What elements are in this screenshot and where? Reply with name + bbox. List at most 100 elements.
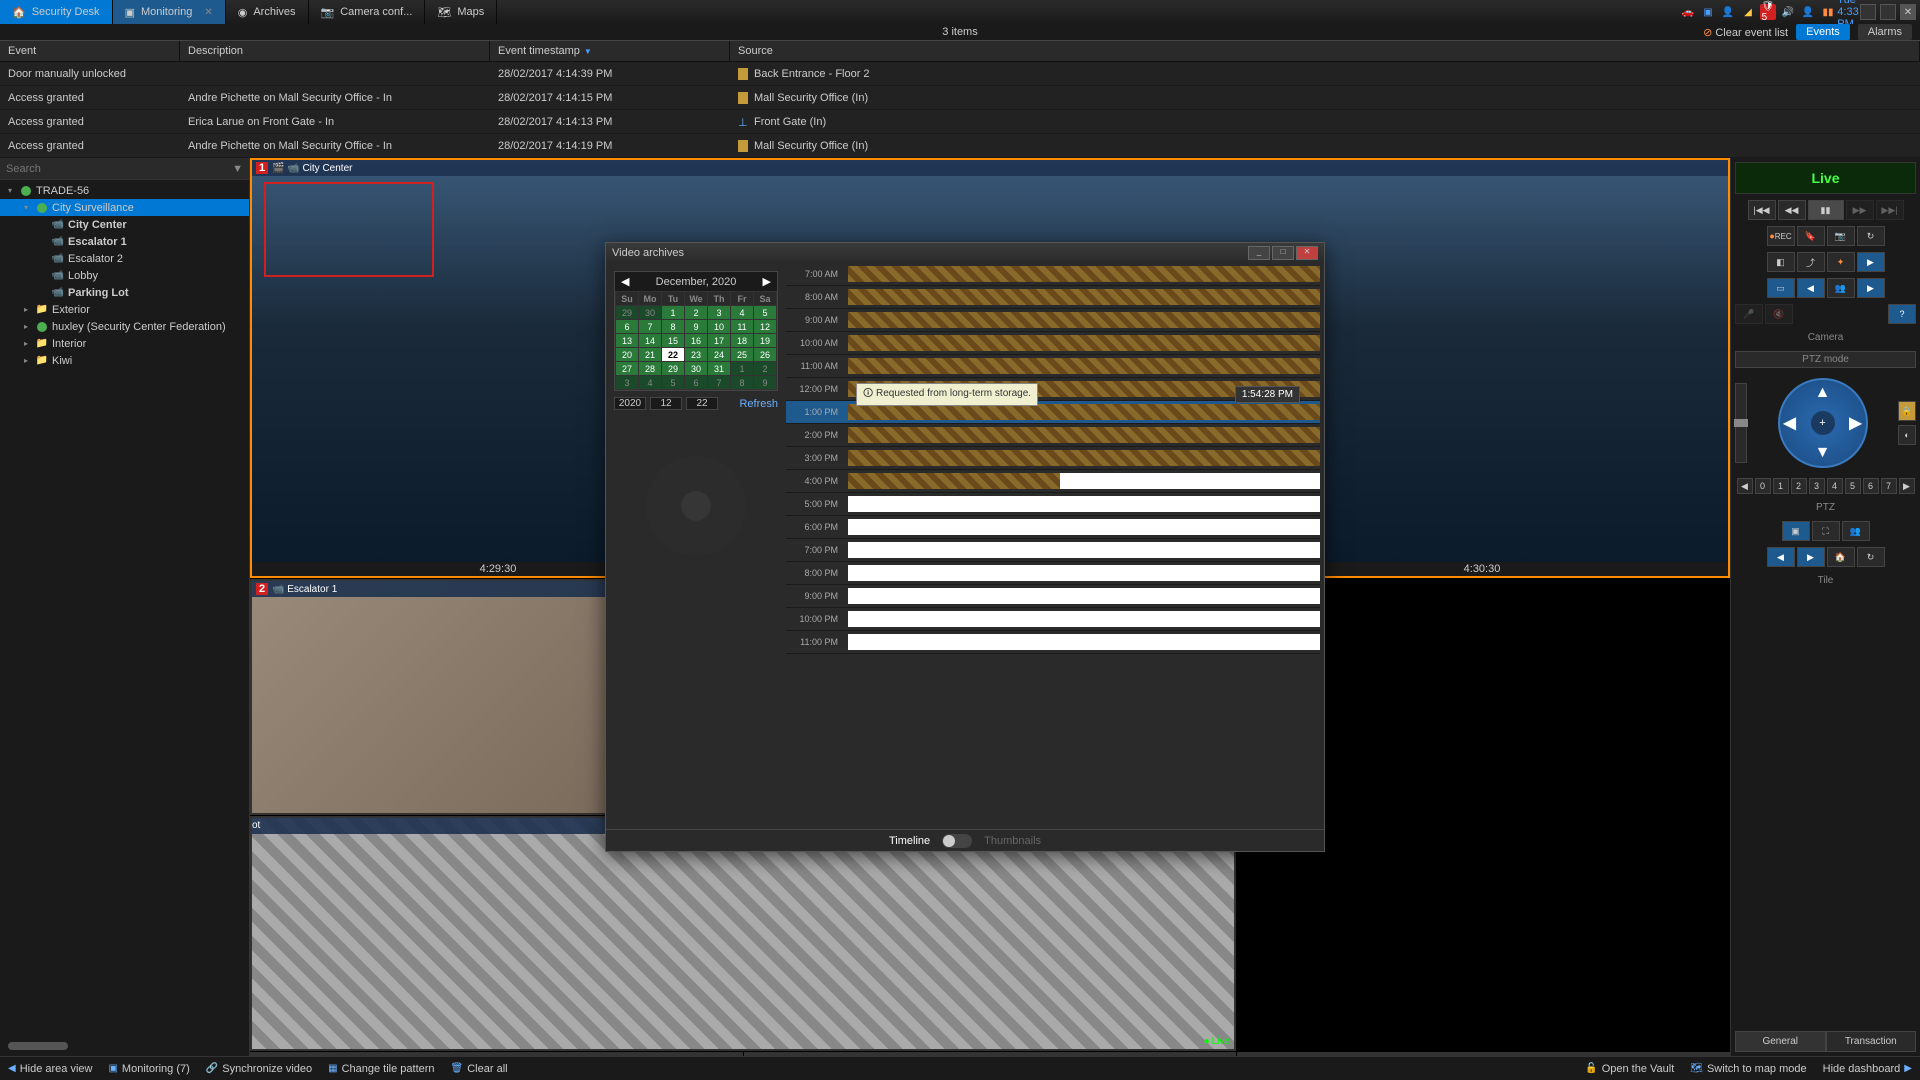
change-tile-pattern[interactable]: ▦ Change tile pattern (328, 1063, 434, 1075)
ptz-down[interactable]: ▼ (1815, 444, 1831, 462)
tray-icon[interactable]: 👤 (1720, 4, 1736, 20)
preset-3[interactable]: 3 (1809, 478, 1825, 494)
cal-day[interactable]: 13 (616, 334, 639, 348)
preset-5[interactable]: 5 (1845, 478, 1861, 494)
tree-item[interactable]: 📹Lobby (0, 267, 249, 284)
ptz-right[interactable]: ▶ (1849, 413, 1861, 433)
ptz-icon-button[interactable]: ✦ (1827, 252, 1855, 272)
tree-item[interactable]: 📹Escalator 2 (0, 250, 249, 267)
tab-monitoring[interactable]: ▣ Monitoring ✕ (113, 0, 226, 24)
month-input[interactable] (650, 397, 682, 410)
cal-day[interactable]: 1 (731, 362, 754, 376)
timeline-row[interactable]: 5:00 PM (786, 493, 1320, 516)
tray-icon[interactable]: 🛡5 (1760, 4, 1776, 20)
cal-day[interactable]: 17 (708, 334, 731, 348)
cal-day[interactable]: 28 (639, 362, 662, 376)
tree-item[interactable]: 📹Parking Lot (0, 284, 249, 301)
hide-dashboard[interactable]: Hide dashboard ▶ (1823, 1063, 1912, 1075)
cal-day[interactable]: 3 (616, 376, 639, 390)
cal-day[interactable]: 30 (685, 362, 708, 376)
timeline-mode[interactable]: Timeline (889, 835, 930, 847)
maximize-button[interactable] (1880, 4, 1896, 20)
ptz-center[interactable]: + (1811, 411, 1835, 435)
ptz-btn-2[interactable]: ⛶ (1812, 521, 1840, 541)
ptz-btn-1[interactable]: ▣ (1782, 521, 1810, 541)
cal-day[interactable]: 15 (662, 334, 685, 348)
snapshot-button[interactable]: 📷 (1827, 226, 1855, 246)
event-row[interactable]: Door manually unlocked 28/02/2017 4:14:3… (0, 62, 1920, 86)
scrollbar[interactable] (0, 1044, 249, 1056)
ptz-up[interactable]: ▲ (1815, 384, 1831, 402)
refresh-link[interactable]: Refresh (739, 398, 778, 410)
cal-day[interactable]: 2 (754, 362, 777, 376)
cal-day[interactable]: 4 (639, 376, 662, 390)
cal-day[interactable]: 12 (754, 320, 777, 334)
forward-button[interactable]: ▶▶ (1846, 200, 1874, 220)
cal-day[interactable]: 18 (731, 334, 754, 348)
hide-area-view[interactable]: ◀ Hide area view (8, 1063, 92, 1075)
cal-day[interactable]: 21 (639, 348, 662, 362)
event-row[interactable]: Access granted Andre Pichette on Mall Se… (0, 134, 1920, 158)
timeline-row[interactable]: 9:00 PM (786, 585, 1320, 608)
tray-icon[interactable]: 👤 (1800, 4, 1816, 20)
thumbnails-mode[interactable]: Thumbnails (984, 835, 1041, 847)
preset-0[interactable]: 0 (1755, 478, 1771, 494)
cal-day[interactable]: 7 (639, 320, 662, 334)
event-row[interactable]: Access granted Erica Larue on Front Gate… (0, 110, 1920, 134)
dialog-maximize[interactable]: □ (1272, 246, 1294, 260)
cal-day[interactable]: 1 (662, 306, 685, 320)
pause-button[interactable]: ▮▮ (1808, 200, 1844, 220)
column-description[interactable]: Description (180, 41, 490, 61)
timeline-row[interactable]: 6:00 PM (786, 516, 1320, 539)
switch-map-mode[interactable]: 🗺 Switch to map mode (1690, 1063, 1806, 1075)
cal-day[interactable]: 5 (662, 376, 685, 390)
cal-day[interactable]: 22 (662, 348, 685, 362)
nav-right-button[interactable]: ▶ (1797, 547, 1825, 567)
timeline-row[interactable]: 8:00 PM (786, 562, 1320, 585)
record-button[interactable]: ● REC (1767, 226, 1795, 246)
refresh-ptz-button[interactable]: ↻ (1857, 547, 1885, 567)
tree-item[interactable]: ▸huxley (Security Center Federation) (0, 318, 249, 335)
display-button[interactable]: ▭ (1767, 278, 1795, 298)
dialog-close[interactable]: ✕ (1296, 246, 1318, 260)
home-ptz-button[interactable]: 🏠 (1827, 547, 1855, 567)
tree-item[interactable]: ▾City Surveillance (0, 199, 249, 216)
next-nav-button[interactable]: ▶ (1857, 278, 1885, 298)
event-row[interactable]: Access granted Andre Pichette on Mall Se… (0, 86, 1920, 110)
cal-day[interactable]: 8 (731, 376, 754, 390)
tray-icon[interactable]: ▮▮ (1820, 4, 1836, 20)
speaker-button[interactable]: 🔇 (1765, 304, 1793, 324)
preset-7[interactable]: 7 (1881, 478, 1897, 494)
alarms-button[interactable]: Alarms (1858, 24, 1912, 40)
cal-day[interactable]: 11 (731, 320, 754, 334)
home-tab[interactable]: 🏠 Security Desk (0, 0, 113, 24)
filter-icon[interactable]: ▼ (232, 163, 243, 175)
timeline-row[interactable]: 10:00 PM (786, 608, 1320, 631)
timeline-row[interactable]: 4:00 PM (786, 470, 1320, 493)
lock-button[interactable]: 🔒 (1898, 401, 1916, 421)
stream-button[interactable]: ◧ (1767, 252, 1795, 272)
tray-icon[interactable]: 🔊 (1780, 4, 1796, 20)
cal-day[interactable]: 20 (616, 348, 639, 362)
cal-day[interactable]: 29 (616, 306, 639, 320)
dialog-minimize[interactable]: _ (1248, 246, 1270, 260)
skip-forward-button[interactable]: ▶▶| (1876, 200, 1904, 220)
timeline-row[interactable]: 11:00 AM (786, 355, 1320, 378)
cal-day[interactable]: 6 (616, 320, 639, 334)
preset-6[interactable]: 6 (1863, 478, 1879, 494)
cal-day[interactable]: 5 (754, 306, 777, 320)
tree-item[interactable]: ▾TRADE-56 (0, 182, 249, 199)
export-button[interactable]: ⤴ (1797, 252, 1825, 272)
cal-day[interactable]: 24 (708, 348, 731, 362)
people-button[interactable]: 👥 (1827, 278, 1855, 298)
cal-day[interactable]: 10 (708, 320, 731, 334)
skip-back-button[interactable]: |◀◀ (1748, 200, 1776, 220)
preset-prev[interactable]: ◀ (1737, 478, 1753, 494)
prev-nav-button[interactable]: ◀ (1797, 278, 1825, 298)
iris-button[interactable]: ◐ (1898, 425, 1916, 445)
cal-next[interactable]: ▶ (763, 275, 771, 288)
tab-camera-conf[interactable]: 📷 Camera conf... (309, 0, 426, 24)
cal-day[interactable]: 23 (685, 348, 708, 362)
preset-next[interactable]: ▶ (1899, 478, 1915, 494)
rewind-button[interactable]: ◀◀ (1778, 200, 1806, 220)
